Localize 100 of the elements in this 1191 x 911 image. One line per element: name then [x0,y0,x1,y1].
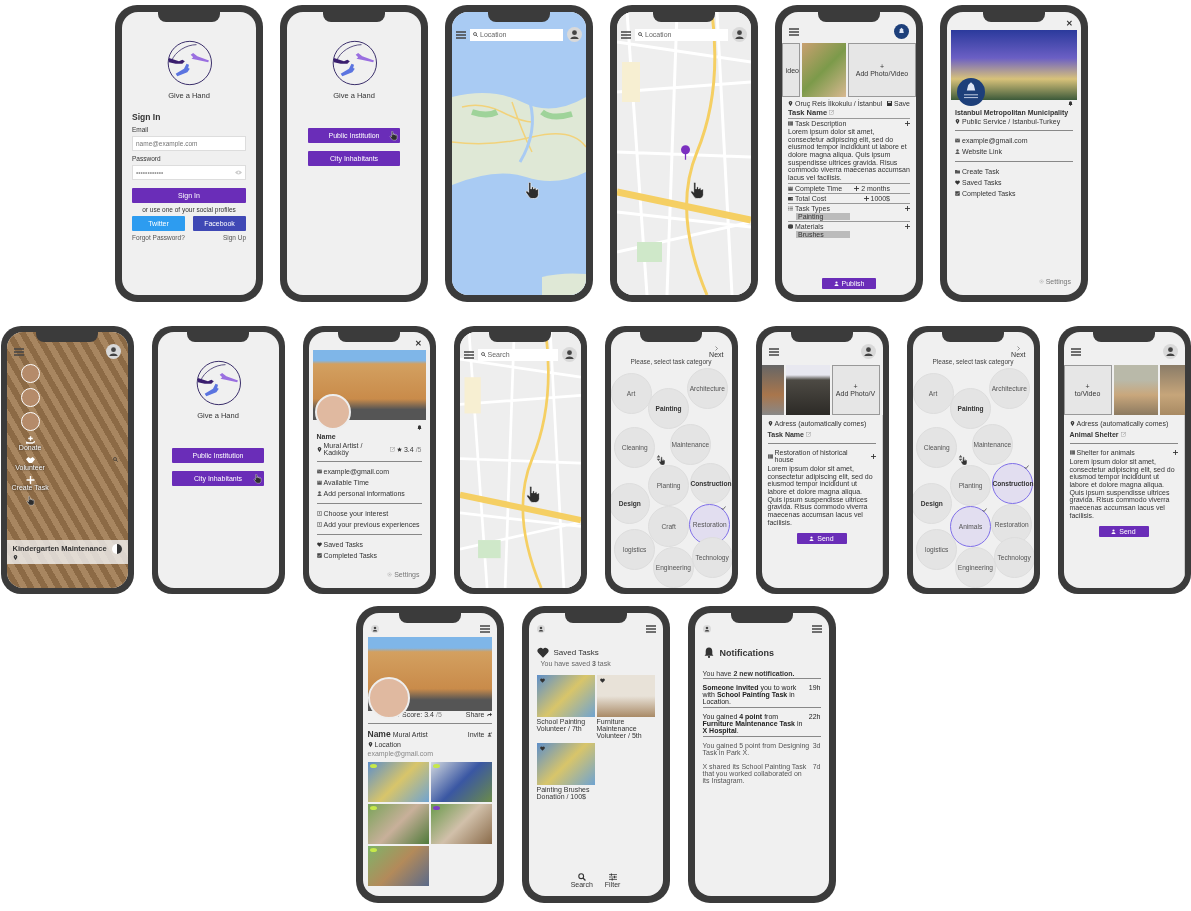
user-avatar-icon[interactable] [860,344,876,359]
menu-icon[interactable] [621,30,631,39]
hand-pointer-icon [524,485,541,504]
id-card-icon [316,511,322,516]
sign-in-heading: Sign In [132,112,162,122]
hand-pointer-icon [253,474,262,484]
add-user-icon [486,731,492,737]
chevron-right-icon[interactable] [1015,346,1021,351]
menu-icon[interactable] [1070,347,1081,356]
filter-icon[interactable] [608,873,617,881]
phone-notch [187,332,249,342]
heart-icon [955,180,960,185]
check-icon [721,505,727,510]
heart-icon [539,746,545,751]
folder-icon [955,169,960,174]
user-avatar-icon[interactable] [732,27,747,42]
phone-notch [942,332,1004,342]
user-avatar-icon[interactable] [105,344,121,359]
star-icon [396,446,402,452]
bell-icon [416,425,422,430]
user-avatar-icon[interactable] [369,625,380,633]
box-icon [788,223,793,229]
table-icon [767,453,773,459]
phone-notch [983,12,1045,22]
bell-icon [702,647,715,658]
close-button[interactable]: ✕ [1066,19,1073,28]
phone-notch [653,12,715,22]
location-pin-icon [367,742,373,747]
location-pin-icon [955,119,960,124]
plus-icon[interactable] [870,453,876,459]
page-title: Saved Tasks [553,648,599,657]
user-avatar-icon[interactable] [561,347,577,362]
menu-icon[interactable] [479,625,490,633]
edit-icon [1120,432,1126,437]
list-icon [788,205,793,211]
phone-notch [488,12,550,22]
person-icon [955,149,960,154]
search-icon [638,32,643,37]
phone-notch [818,12,880,22]
search-icon [112,457,118,462]
location-pin-icon [12,555,18,560]
upload-icon [833,281,839,286]
plus-icon[interactable] [863,195,869,201]
page-title: Notifications [719,647,774,658]
chevron-right-icon[interactable] [713,346,719,351]
menu-icon[interactable] [811,625,822,633]
hand-pointer-icon [689,181,706,200]
emblem-icon [957,78,985,106]
plus-icon[interactable] [854,185,860,191]
drag-cursor-icon [656,454,667,466]
mail-icon [955,138,960,143]
edit-icon [805,432,811,437]
edit-icon [829,110,835,115]
heart-icon [316,542,322,547]
menu-icon[interactable] [789,27,799,36]
menu-icon[interactable] [768,347,779,356]
phone-notch [36,332,98,342]
wallet-icon [788,195,793,201]
plus-icon[interactable] [905,121,910,126]
location-pin-icon [1069,421,1075,426]
check-icon [982,508,988,513]
calendar-icon [316,480,322,485]
phone-notch [564,613,627,623]
progress-pie-icon [111,544,122,554]
share-arrow-icon [486,712,492,717]
phone-notch [323,12,385,22]
location-pin-icon [788,101,793,106]
search-icon [473,32,478,37]
user-avatar-icon[interactable] [567,27,582,42]
user-avatar-icon[interactable] [701,625,712,633]
hand-pointer-icon [25,496,35,506]
menu-icon[interactable] [13,347,24,356]
location-pin-icon [316,446,322,452]
menu-icon[interactable] [463,350,474,359]
table-icon [1069,450,1075,455]
plus-icon[interactable] [905,223,910,229]
menu-icon[interactable] [645,625,656,633]
checkbox-icon [955,191,960,196]
close-button[interactable]: ✕ [414,339,422,348]
menu-icon[interactable] [456,30,466,39]
phone-notch [158,12,220,22]
user-avatar-icon[interactable] [1162,344,1178,359]
check-icon [1024,464,1030,469]
person-icon [316,491,322,496]
save-icon [887,101,893,106]
plus-icon[interactable] [1172,450,1178,455]
plus-icon[interactable] [905,205,910,211]
user-avatar-icon[interactable] [535,625,546,633]
phone-notch [489,332,551,342]
phone-notch [1093,332,1155,342]
hand-pointer-icon [389,131,398,141]
phone-notch [338,332,400,342]
upload-icon [809,535,815,541]
donate-hand-icon [25,436,35,444]
table-icon [788,121,793,126]
location-pin-icon [767,421,773,426]
photo-placeholder [802,43,846,97]
upload-icon [1111,528,1117,534]
phone-notch [730,613,793,623]
hand-pointer-icon [524,181,541,200]
